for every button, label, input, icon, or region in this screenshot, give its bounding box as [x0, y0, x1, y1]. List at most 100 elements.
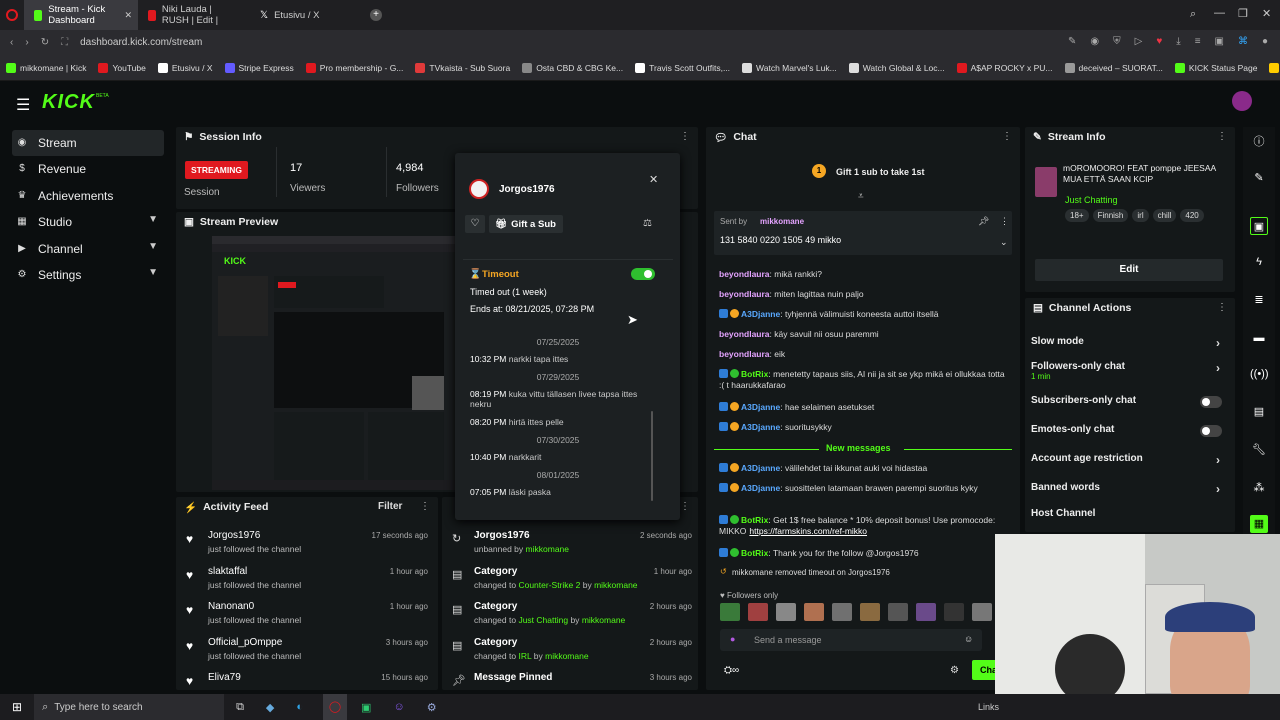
scroll-down-icon[interactable]: ⩡: [858, 191, 864, 202]
bookmark-item[interactable]: Stripe Express: [219, 62, 300, 73]
tab-kick-dashboard[interactable]: Stream - Kick Dashboard ✕: [24, 0, 138, 30]
pinned-user[interactable]: mikkomane: [760, 217, 804, 226]
obs-icon[interactable]: ▣: [361, 701, 371, 714]
bookmark-item[interactable]: Travis Scott Outfits,...: [629, 62, 736, 73]
edge-icon[interactable]: ◐: [296, 701, 303, 713]
stream-info-kebab-icon[interactable]: ⋮: [1217, 131, 1227, 142]
emote-icon[interactable]: [748, 603, 768, 621]
channel-action-item[interactable]: Slow mode ›: [1031, 336, 1226, 356]
tag-chip[interactable]: Finnish: [1092, 209, 1129, 222]
bookmark-item[interactable]: Etusivu / X: [152, 62, 219, 73]
modlog-highlight[interactable]: Counter-Strike 2: [518, 580, 580, 590]
url-field[interactable]: dashboard.kick.com/stream: [80, 37, 202, 48]
bookmark-item[interactable]: Watch Marvel's Luk...: [736, 62, 843, 73]
tag-chip[interactable]: 18+: [1065, 209, 1089, 222]
shield-icon[interactable]: ⛨: [1113, 36, 1121, 47]
gift-banner[interactable]: Gift 1 sub to take 1st: [836, 167, 925, 177]
follow-heart-button[interactable]: ♡: [465, 215, 485, 233]
layout-icon[interactable]: ▤: [1250, 403, 1268, 421]
close-tab-icon[interactable]: ✕: [124, 10, 132, 21]
mic-icon[interactable]: ●: [730, 634, 735, 644]
user-avatar[interactable]: [1232, 91, 1252, 111]
bookmark-item[interactable]: YouTube: [92, 62, 151, 73]
emote-icon[interactable]: [804, 603, 824, 621]
close-window-icon[interactable]: ✕: [1262, 7, 1271, 20]
bookmark-item[interactable]: Osta CBD & CBG Ke...: [516, 62, 629, 73]
task-view-icon[interactable]: ⧉: [236, 701, 244, 714]
close-icon[interactable]: ✕: [649, 173, 658, 186]
emote-icon[interactable]: [720, 603, 740, 621]
sidebar-item-settings[interactable]: ⚙ Settings ▼: [12, 262, 164, 288]
profile-icon[interactable]: ●: [1262, 36, 1268, 47]
modlog-highlight[interactable]: Just Chatting: [518, 615, 568, 625]
activity-name[interactable]: Jorgos1976: [208, 530, 260, 541]
pencil-icon[interactable]: ✎: [1250, 169, 1268, 187]
bookmark-item[interactable]: TVkaista - Sub Suora: [409, 62, 516, 73]
chat-username[interactable]: beyondlaura: [719, 349, 770, 359]
chat-username[interactable]: A3Djanne: [741, 309, 780, 319]
modlog-highlight[interactable]: mikkomane: [526, 544, 569, 554]
new-tab-icon[interactable]: +: [370, 9, 382, 21]
forward-icon[interactable]: ›: [25, 37, 28, 48]
category-name[interactable]: Just Chatting: [1065, 195, 1118, 205]
taskbar-search[interactable]: ⌕ Type here to search: [34, 694, 225, 720]
chat-username[interactable]: BotRix: [741, 548, 768, 558]
modlog-highlight[interactable]: mikkomane: [582, 615, 625, 625]
channel-action-item[interactable]: Followers-only chat 1 min ›: [1031, 361, 1226, 381]
mod-shield-icon[interactable]: ⚖: [643, 218, 652, 229]
filter-button[interactable]: Filter: [378, 501, 402, 512]
tag-chip[interactable]: irl: [1132, 209, 1149, 222]
tag-chip[interactable]: chill: [1152, 209, 1177, 222]
opera-taskbar-icon[interactable]: ◯: [323, 694, 348, 720]
emote-icon[interactable]: [944, 603, 964, 621]
modlog-highlight[interactable]: mikkomane: [594, 580, 637, 590]
activity-name[interactable]: Eliva79: [208, 672, 241, 683]
broadcast-icon[interactable]: ((•)): [1250, 365, 1269, 383]
list-icon[interactable]: ≣: [1250, 291, 1268, 309]
search-tabs-icon[interactable]: ⌕: [1190, 8, 1196, 21]
back-icon[interactable]: ‹: [10, 37, 13, 48]
activity-name[interactable]: Nanonan0: [208, 601, 254, 612]
chat-username[interactable]: A3Djanne: [741, 422, 780, 432]
modlog-highlight[interactable]: mikkomane: [545, 651, 588, 661]
channel-action-item[interactable]: Emotes-only chat: [1031, 424, 1226, 444]
tag-chip[interactable]: 420: [1180, 209, 1204, 222]
taskbar-links[interactable]: Links: [978, 702, 999, 712]
heart-icon[interactable]: ♥: [1156, 36, 1162, 47]
bookmark-item[interactable]: Pro membership - G...: [300, 62, 410, 73]
chat-username[interactable]: A3Djanne: [741, 463, 780, 473]
chat-kebab-icon[interactable]: ⋮: [1002, 131, 1012, 142]
info-icon[interactable]: ⓘ: [1250, 133, 1268, 151]
gear-icon[interactable]: ⚙: [950, 665, 959, 676]
tab-niki-lauda[interactable]: Niki Lauda | RUSH | Edit |: [138, 0, 250, 30]
emote-icon[interactable]: [888, 603, 908, 621]
emote-icon[interactable]: [776, 603, 796, 621]
hamburger-menu-icon[interactable]: ☰: [16, 95, 30, 115]
share-icon[interactable]: ⁂: [1250, 479, 1268, 497]
bookmark-item[interactable]: mikkomane | Kick: [0, 62, 92, 73]
modlog-kebab-icon[interactable]: ⋮: [680, 501, 690, 512]
sidebar-item-stream[interactable]: ◉ Stream: [12, 130, 164, 156]
history-scrollbar[interactable]: [651, 411, 653, 501]
emote-icon[interactable]: [972, 603, 992, 621]
bookmark-item[interactable]: deceived – SUORAT...: [1059, 62, 1169, 73]
channel-action-item[interactable]: Account age restriction ›: [1031, 453, 1226, 473]
chevron-down-icon[interactable]: ⌄: [1000, 237, 1008, 248]
usercard-username[interactable]: Jorgos1976: [499, 184, 555, 195]
bookmark-item[interactable]: A$AP ROCKY x PU...: [951, 62, 1059, 73]
modlog-highlight[interactable]: IRL: [518, 651, 531, 661]
channel-action-item[interactable]: Subscribers-only chat: [1031, 395, 1226, 415]
chat-link[interactable]: https://farmskins.com/ref-mikko: [749, 526, 867, 536]
app-icon[interactable]: ◆: [266, 701, 274, 714]
clapper-icon[interactable]: ▦: [1250, 515, 1268, 533]
tab-x[interactable]: 𝕏 Etusivu / X: [250, 0, 364, 30]
chat-username[interactable]: BotRix: [741, 515, 768, 525]
sidebar-item-channel[interactable]: ▶ Channel ▼: [12, 236, 164, 262]
pinned-kebab-icon[interactable]: ⋮: [1000, 216, 1009, 227]
edit-button[interactable]: Edit: [1035, 259, 1223, 281]
pin-icon[interactable]: 📌︎: [978, 216, 989, 227]
timeout-toggle[interactable]: [631, 268, 655, 280]
bookmark-item[interactable]: KICK Status Page: [1169, 62, 1264, 73]
chat-username[interactable]: beyondlaura: [719, 329, 770, 339]
chat-username[interactable]: beyondlaura: [719, 269, 770, 279]
